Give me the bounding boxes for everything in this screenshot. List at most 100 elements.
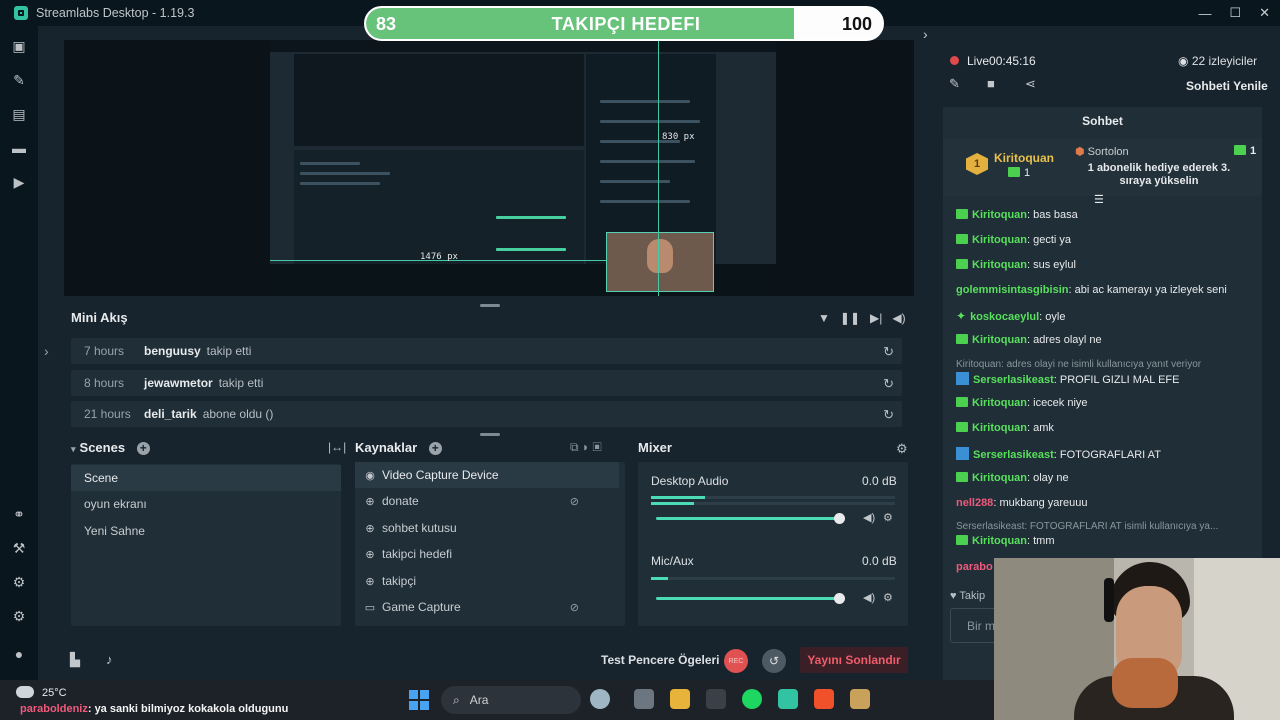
pinned-user-2-text: Sortolon bbox=[1087, 146, 1129, 158]
file-explorer-icon[interactable] bbox=[670, 689, 690, 709]
scene-item[interactable]: Yeni Sahne bbox=[71, 518, 341, 544]
add-source-icon[interactable]: + bbox=[428, 442, 442, 455]
chat-username[interactable]: golemmisintasgibisin bbox=[956, 284, 1068, 296]
expand-chevron-icon[interactable]: › bbox=[44, 343, 49, 359]
settings-icon[interactable]: ⚙ bbox=[11, 608, 27, 624]
collapse-chevron-icon[interactable]: ▾ bbox=[71, 444, 76, 454]
chat-username[interactable]: Kiritoquan bbox=[972, 334, 1027, 346]
minimize-button[interactable]: — bbox=[1198, 6, 1211, 21]
stats-chart-icon[interactable]: ▙ bbox=[70, 652, 80, 668]
source-item[interactable]: ⊕ takipçi bbox=[355, 568, 619, 594]
chat-username[interactable]: koskocaeylul bbox=[970, 311, 1039, 323]
pause-icon[interactable]: ❚❚ bbox=[840, 311, 860, 325]
source-item[interactable]: ◉ Video Capture Device bbox=[355, 462, 619, 488]
chat-username[interactable]: Kiritoquan bbox=[972, 397, 1027, 409]
speaker-icon[interactable]: ◀) bbox=[863, 511, 875, 524]
feed-time: 7 hours bbox=[84, 344, 125, 358]
streamlabs-icon[interactable] bbox=[778, 689, 798, 709]
source-item[interactable]: ▭ Game Capture ⊘ bbox=[355, 594, 619, 620]
chat-username[interactable]: Kiritoquan bbox=[972, 209, 1027, 221]
edit-pencil-icon[interactable]: ✎ bbox=[949, 76, 960, 92]
maximize-button[interactable]: ☐ bbox=[1229, 5, 1241, 21]
camera-icon[interactable]: ■ bbox=[987, 76, 995, 91]
skip-icon[interactable]: ▶| bbox=[870, 311, 882, 325]
speaker-icon[interactable]: ◀) bbox=[863, 591, 875, 604]
volume-fader-knob[interactable] bbox=[834, 513, 845, 524]
spotify-icon[interactable] bbox=[742, 689, 762, 709]
mixer-settings-icon[interactable]: ⚙ bbox=[896, 441, 908, 457]
prime-badge-icon bbox=[956, 372, 969, 385]
chat-username[interactable]: parabo bbox=[956, 561, 993, 573]
scene-item[interactable]: oyun ekranı bbox=[71, 491, 341, 517]
channel-settings-icon[interactable]: ⚙ bbox=[883, 591, 893, 604]
volume-fader-knob[interactable] bbox=[834, 593, 845, 604]
volume-fader[interactable] bbox=[656, 597, 840, 600]
chat-username[interactable]: Kiritoquan bbox=[972, 259, 1027, 271]
scene-item[interactable]: Scene bbox=[71, 465, 341, 491]
test-widgets-label[interactable]: Test Pencere Ögeleri bbox=[601, 653, 720, 667]
widgets-icon[interactable] bbox=[590, 689, 610, 709]
resize-handle[interactable] bbox=[480, 304, 500, 307]
source-item[interactable]: ⊕ takipci hedefi bbox=[355, 541, 619, 567]
eye-slash-icon[interactable]: ⊘ bbox=[570, 495, 579, 508]
rank-hex-icon: ⬢ bbox=[1075, 146, 1088, 158]
sub-badge-icon bbox=[956, 397, 968, 407]
editor-icon[interactable]: ▬ bbox=[11, 140, 27, 156]
studio-icon[interactable]: ▣ bbox=[11, 38, 27, 54]
star-badge-icon: ✦ bbox=[956, 309, 967, 323]
tools-icon[interactable]: ⚒ bbox=[11, 540, 27, 556]
chat-username[interactable]: Serserlasikeast bbox=[973, 449, 1054, 461]
league-icon[interactable] bbox=[850, 689, 870, 709]
play-icon[interactable]: ▶ bbox=[11, 174, 27, 190]
replay-alert-icon[interactable]: ↻ bbox=[883, 407, 894, 423]
taskbar-search[interactable]: ⌕ Ara bbox=[441, 686, 581, 714]
replay-buffer-button[interactable]: ↺ bbox=[762, 649, 786, 673]
weather-temperature[interactable]: 25°C bbox=[42, 687, 67, 699]
channel-settings-icon[interactable]: ⚙ bbox=[883, 511, 893, 524]
volume-icon[interactable]: ◀) bbox=[892, 311, 905, 325]
add-scene-icon[interactable]: + bbox=[136, 442, 150, 455]
filter-icon[interactable]: ▼ bbox=[818, 311, 830, 325]
notification-bell-icon[interactable]: ♪ bbox=[106, 652, 113, 667]
store-icon[interactable]: ▤ bbox=[11, 106, 27, 122]
resize-handle[interactable] bbox=[480, 433, 500, 436]
volume-fader[interactable] bbox=[656, 517, 840, 520]
source-item[interactable]: ⊕ donate ⊘ bbox=[355, 488, 619, 514]
chat-text: gecti ya bbox=[1033, 234, 1072, 246]
brave-browser-icon[interactable] bbox=[814, 689, 834, 709]
sub-badge-icon bbox=[956, 234, 968, 244]
scene-transitions-icon[interactable]: |↔| bbox=[328, 440, 346, 454]
sub-badge-icon bbox=[956, 422, 968, 432]
left-nav-sidebar: ▣ ✎ ▤ ▬ ▶ ⚭ ⚒ ⚙ ⚙ ● bbox=[0, 26, 38, 680]
sources-title: Kaynaklar + bbox=[355, 440, 442, 455]
task-view-icon[interactable] bbox=[634, 689, 654, 709]
user-icon[interactable]: ● bbox=[11, 646, 27, 662]
collapse-chat-chevron-icon[interactable]: › bbox=[923, 26, 928, 42]
source-item[interactable]: ⊕ sohbet kutusu bbox=[355, 515, 619, 541]
replay-alert-icon[interactable]: ↻ bbox=[883, 344, 894, 360]
eye-slash-icon[interactable]: ⊘ bbox=[570, 601, 579, 614]
chat-username[interactable]: Kiritoquan bbox=[972, 535, 1027, 547]
end-stream-button[interactable]: Yayını Sonlandır bbox=[800, 647, 908, 673]
chat-username[interactable]: Serserlasikeast bbox=[973, 374, 1054, 386]
app-icon[interactable] bbox=[706, 689, 726, 709]
expand-pinned-icon[interactable]: ☰ bbox=[1094, 193, 1104, 206]
record-button[interactable]: REC bbox=[724, 649, 748, 673]
chat-username[interactable]: nell288 bbox=[956, 497, 993, 509]
themes-icon[interactable]: ✎ bbox=[11, 72, 27, 88]
stream-preview[interactable] bbox=[64, 40, 914, 296]
source-toolbar-icon[interactable]: ⧉ ◗ ▣ bbox=[570, 440, 602, 455]
windows-start-icon[interactable] bbox=[409, 690, 429, 710]
share-icon[interactable]: ⋖ bbox=[1025, 76, 1036, 92]
replay-alert-icon[interactable]: ↻ bbox=[883, 376, 894, 392]
chat-username[interactable]: Kiritoquan bbox=[972, 234, 1027, 246]
chat-username[interactable]: Kiritoquan bbox=[972, 472, 1027, 484]
cog-wheel-icon[interactable]: ⚙ bbox=[11, 574, 27, 590]
link-icon[interactable]: ⚭ bbox=[11, 506, 27, 522]
gift-icon bbox=[1008, 167, 1020, 177]
chat-username[interactable]: Kiritoquan bbox=[972, 422, 1027, 434]
refresh-chat-button[interactable]: Sohbeti Yenile bbox=[1186, 79, 1268, 93]
weather-cloud-icon[interactable] bbox=[16, 686, 34, 698]
close-button[interactable]: ✕ bbox=[1259, 5, 1270, 21]
nested-fader bbox=[496, 248, 566, 251]
